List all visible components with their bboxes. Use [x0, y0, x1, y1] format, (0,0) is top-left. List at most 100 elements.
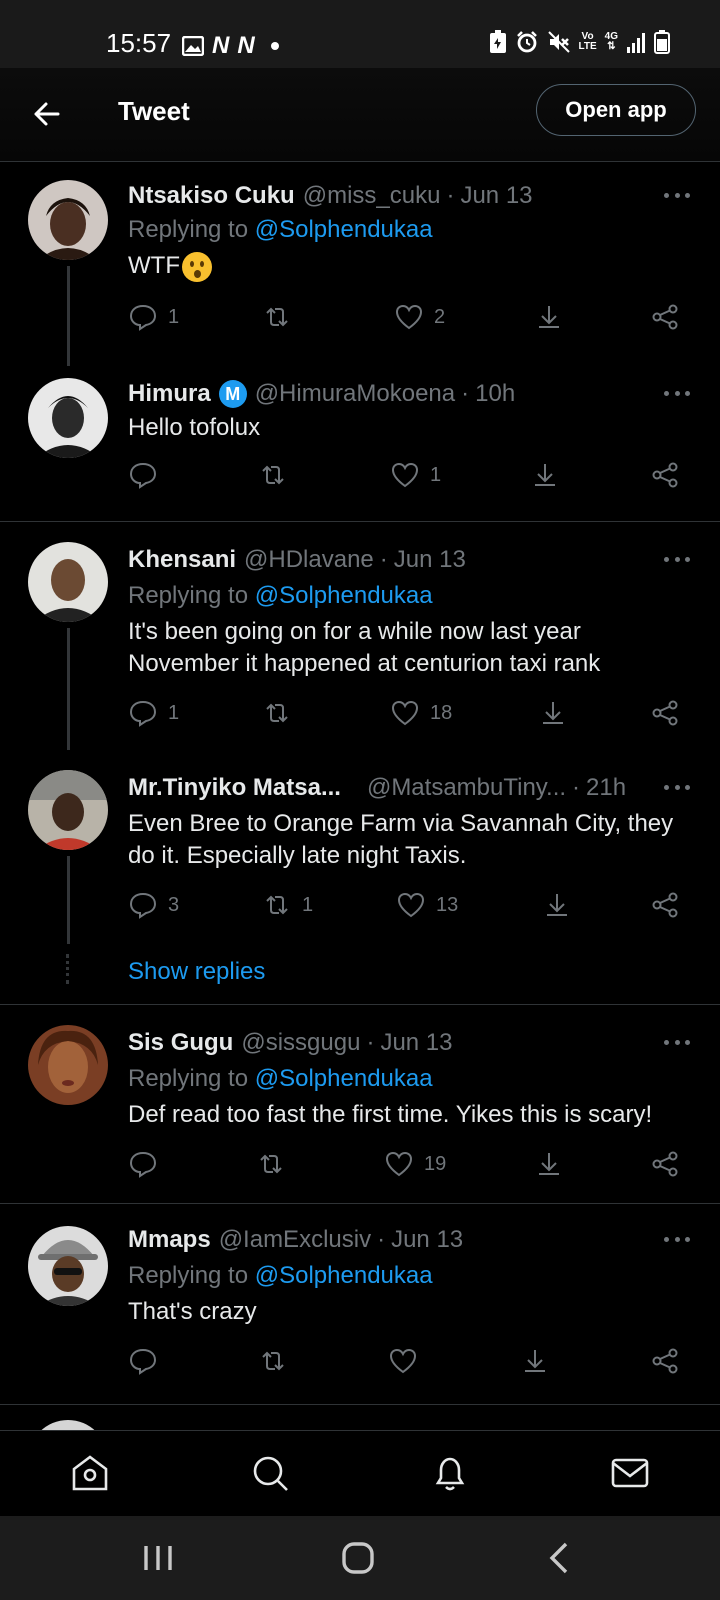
- nav-notifications[interactable]: [428, 1451, 472, 1495]
- arrow-left-icon: [34, 102, 60, 126]
- share-button[interactable]: [650, 698, 680, 728]
- heart-icon: [391, 462, 419, 488]
- timestamp[interactable]: 21h: [586, 774, 626, 802]
- share-button[interactable]: [650, 890, 680, 920]
- timestamp[interactable]: Jun 13: [380, 1029, 452, 1057]
- retweet-button[interactable]: [258, 1346, 288, 1376]
- retweet-icon: [262, 465, 284, 485]
- like-button[interactable]: [388, 1346, 418, 1376]
- display-name[interactable]: Himura: [128, 380, 211, 408]
- tweet[interactable]: Sis Gugu @sissgugu · Jun 13 Replying to …: [0, 1005, 720, 1203]
- download-icon: [525, 1350, 545, 1372]
- mention-link[interactable]: @Solphendukaa: [255, 1065, 433, 1092]
- verified-badge-icon: M: [218, 380, 247, 408]
- share-button[interactable]: [650, 460, 680, 490]
- tweet[interactable]: Himura M @HimuraMokoena · 10h Hello tofo…: [0, 366, 720, 521]
- more-options-icon[interactable]: [664, 554, 690, 564]
- user-handle[interactable]: @sissgugu: [241, 1029, 360, 1057]
- mention-link[interactable]: @Solphendukaa: [255, 1262, 433, 1289]
- timestamp[interactable]: Jun 13: [391, 1226, 463, 1254]
- nav-search[interactable]: [248, 1451, 292, 1495]
- display-name[interactable]: Sis Gugu: [128, 1029, 233, 1057]
- signal-icon: [627, 33, 645, 53]
- tweet-text: WTF: [128, 250, 698, 282]
- mention-link[interactable]: @Solphendukaa: [255, 582, 433, 609]
- display-name[interactable]: Mmaps: [128, 1226, 211, 1254]
- home-circle-icon: [342, 1542, 374, 1574]
- more-options-icon[interactable]: [664, 1234, 690, 1244]
- download-button[interactable]: [542, 890, 572, 920]
- user-handle[interactable]: @miss_cuku: [303, 182, 441, 210]
- download-button[interactable]: [534, 1149, 564, 1179]
- retweet-button[interactable]: [258, 460, 288, 490]
- reply-button[interactable]: 1: [128, 302, 179, 332]
- reply-button[interactable]: [128, 1149, 158, 1179]
- avatar[interactable]: [28, 770, 108, 850]
- avatar[interactable]: [28, 1025, 108, 1105]
- tweet[interactable]: Khensani @HDlavane · Jun 13 Replying to …: [0, 522, 720, 750]
- netflix-icon: N: [237, 32, 255, 59]
- more-options-icon[interactable]: [664, 190, 690, 200]
- mention-link[interactable]: @Solphendukaa: [255, 216, 433, 243]
- display-name[interactable]: Mr.Tinyiko Matsa...: [128, 774, 341, 802]
- display-name[interactable]: Ntsakiso Cuku: [128, 182, 295, 210]
- reply-button[interactable]: [128, 1346, 158, 1376]
- avatar[interactable]: [28, 1226, 108, 1306]
- display-name[interactable]: Khensani: [128, 546, 236, 574]
- heart-icon: [389, 1348, 417, 1374]
- avatar[interactable]: [28, 378, 108, 458]
- download-button[interactable]: [520, 1346, 550, 1376]
- nav-home[interactable]: [68, 1451, 112, 1495]
- more-options-icon[interactable]: [664, 1037, 690, 1047]
- share-button[interactable]: [650, 1346, 680, 1376]
- retweet-button[interactable]: [262, 302, 292, 332]
- tweet[interactable]: Mr.Tinyiko Matsa... @MatsambuTiny... · 2…: [0, 750, 720, 1004]
- share-icon: [652, 700, 678, 726]
- tweet[interactable]: Ntsakiso Cuku @miss_cuku · Jun 13 Replyi…: [0, 162, 720, 366]
- nav-messages[interactable]: [608, 1451, 652, 1495]
- tweet-text: It's been going on for a while now last …: [128, 618, 601, 677]
- replying-to: Replying to @Solphendukaa: [128, 1065, 433, 1093]
- like-button[interactable]: 19: [384, 1149, 446, 1179]
- retweet-button[interactable]: 1: [262, 890, 313, 920]
- like-button[interactable]: 13: [396, 890, 458, 920]
- download-button[interactable]: [530, 460, 560, 490]
- download-button[interactable]: [538, 698, 568, 728]
- user-handle[interactable]: @MatsambuTiny...: [367, 774, 566, 802]
- show-replies-link[interactable]: Show replies: [128, 958, 265, 986]
- thread-line: [67, 266, 70, 366]
- user-handle[interactable]: @HDlavane: [244, 546, 374, 574]
- user-handle[interactable]: @IamExclusiv: [219, 1226, 371, 1254]
- back-button[interactable]: [28, 94, 68, 134]
- reply-button[interactable]: [128, 460, 158, 490]
- like-button[interactable]: 2: [394, 302, 445, 332]
- share-icon: [652, 1348, 678, 1374]
- tweet-text: That's crazy: [128, 1298, 257, 1325]
- volte-icon: Vo LTE: [578, 31, 597, 52]
- more-options-icon[interactable]: [664, 388, 690, 398]
- avatar[interactable]: [28, 180, 108, 260]
- reply-button[interactable]: 3: [128, 890, 179, 920]
- timestamp[interactable]: Jun 13: [460, 182, 532, 210]
- timestamp[interactable]: 10h: [475, 380, 515, 408]
- reply-button[interactable]: 1: [128, 698, 179, 728]
- like-button[interactable]: 18: [390, 698, 452, 728]
- share-button[interactable]: [650, 1149, 680, 1179]
- retweet-button[interactable]: [256, 1149, 286, 1179]
- share-button[interactable]: [650, 302, 680, 332]
- download-button[interactable]: [534, 302, 564, 332]
- timestamp[interactable]: Jun 13: [394, 546, 466, 574]
- like-button[interactable]: 1: [390, 460, 441, 490]
- open-app-button[interactable]: Open app: [536, 84, 696, 136]
- share-icon: [652, 462, 678, 488]
- home-system-button[interactable]: [338, 1538, 378, 1578]
- avatar[interactable]: [28, 542, 108, 622]
- user-handle[interactable]: @HimuraMokoena: [255, 380, 455, 408]
- back-system-button[interactable]: [540, 1538, 580, 1578]
- recents-button[interactable]: [138, 1538, 178, 1578]
- tweet[interactable]: Mmaps @IamExclusiv · Jun 13 Replying to …: [0, 1204, 720, 1404]
- like-count: 13: [436, 893, 459, 916]
- more-options-icon[interactable]: [664, 782, 690, 792]
- top-app-bar: Tweet Open app: [0, 68, 720, 162]
- retweet-button[interactable]: [262, 698, 292, 728]
